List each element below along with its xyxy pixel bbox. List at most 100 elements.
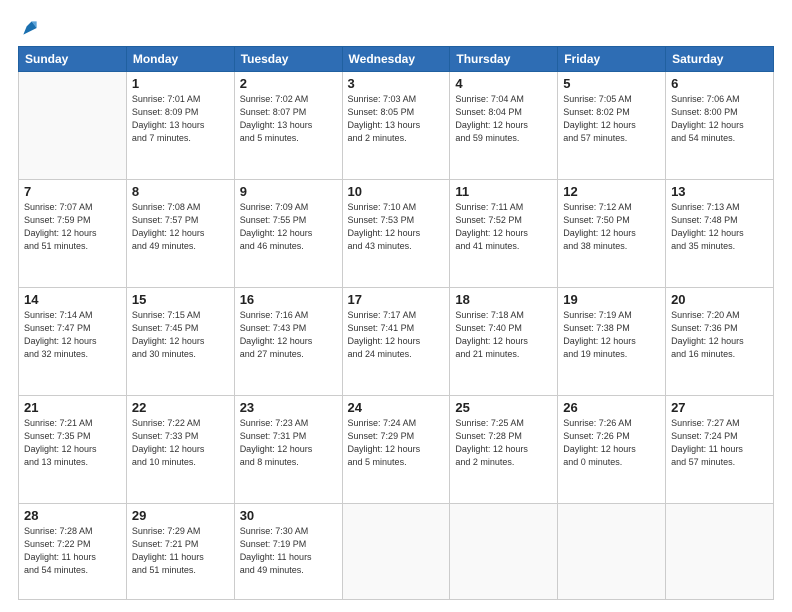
day-info: Sunrise: 7:07 AM Sunset: 7:59 PM Dayligh… [24,201,121,253]
table-row: 15 Sunrise: 7:15 AM Sunset: 7:45 PM Dayli… [126,288,234,396]
day-info: Sunrise: 7:17 AM Sunset: 7:41 PM Dayligh… [348,309,445,361]
day-number: 23 [240,400,337,415]
table-row [19,72,127,180]
table-row: 12 Sunrise: 7:12 AM Sunset: 7:50 PM Dayli… [558,180,666,288]
day-info: Sunrise: 7:01 AM Sunset: 8:09 PM Dayligh… [132,93,229,145]
day-info: Sunrise: 7:13 AM Sunset: 7:48 PM Dayligh… [671,201,768,253]
table-row: 5 Sunrise: 7:05 AM Sunset: 8:02 PM Daylig… [558,72,666,180]
day-info: Sunrise: 7:30 AM Sunset: 7:19 PM Dayligh… [240,525,337,577]
day-info: Sunrise: 7:25 AM Sunset: 7:28 PM Dayligh… [455,417,552,469]
day-number: 11 [455,184,552,199]
table-row: 22 Sunrise: 7:22 AM Sunset: 7:33 PM Dayli… [126,396,234,504]
table-row: 29 Sunrise: 7:29 AM Sunset: 7:21 PM Dayli… [126,504,234,600]
day-info: Sunrise: 7:12 AM Sunset: 7:50 PM Dayligh… [563,201,660,253]
day-number: 4 [455,76,552,91]
day-info: Sunrise: 7:14 AM Sunset: 7:47 PM Dayligh… [24,309,121,361]
day-number: 9 [240,184,337,199]
table-row [450,504,558,600]
table-row: 7 Sunrise: 7:07 AM Sunset: 7:59 PM Daylig… [19,180,127,288]
day-number: 8 [132,184,229,199]
day-info: Sunrise: 7:04 AM Sunset: 8:04 PM Dayligh… [455,93,552,145]
table-row: 9 Sunrise: 7:09 AM Sunset: 7:55 PM Daylig… [234,180,342,288]
table-row: 11 Sunrise: 7:11 AM Sunset: 7:52 PM Dayli… [450,180,558,288]
table-row: 26 Sunrise: 7:26 AM Sunset: 7:26 PM Dayli… [558,396,666,504]
table-row: 6 Sunrise: 7:06 AM Sunset: 8:00 PM Daylig… [666,72,774,180]
day-number: 20 [671,292,768,307]
day-number: 27 [671,400,768,415]
page: Sunday Monday Tuesday Wednesday Thursday… [0,0,792,612]
day-number: 1 [132,76,229,91]
day-number: 19 [563,292,660,307]
day-number: 16 [240,292,337,307]
day-info: Sunrise: 7:05 AM Sunset: 8:02 PM Dayligh… [563,93,660,145]
day-number: 15 [132,292,229,307]
table-row: 10 Sunrise: 7:10 AM Sunset: 7:53 PM Dayli… [342,180,450,288]
day-info: Sunrise: 7:18 AM Sunset: 7:40 PM Dayligh… [455,309,552,361]
col-wednesday: Wednesday [342,47,450,72]
day-number: 2 [240,76,337,91]
table-row: 24 Sunrise: 7:24 AM Sunset: 7:29 PM Dayli… [342,396,450,504]
col-friday: Friday [558,47,666,72]
table-row: 8 Sunrise: 7:08 AM Sunset: 7:57 PM Daylig… [126,180,234,288]
col-tuesday: Tuesday [234,47,342,72]
day-info: Sunrise: 7:06 AM Sunset: 8:00 PM Dayligh… [671,93,768,145]
day-number: 17 [348,292,445,307]
table-row: 19 Sunrise: 7:19 AM Sunset: 7:38 PM Dayli… [558,288,666,396]
calendar-table: Sunday Monday Tuesday Wednesday Thursday… [18,46,774,600]
day-number: 14 [24,292,121,307]
day-number: 29 [132,508,229,523]
day-number: 26 [563,400,660,415]
day-number: 30 [240,508,337,523]
day-info: Sunrise: 7:27 AM Sunset: 7:24 PM Dayligh… [671,417,768,469]
day-number: 18 [455,292,552,307]
day-info: Sunrise: 7:26 AM Sunset: 7:26 PM Dayligh… [563,417,660,469]
day-info: Sunrise: 7:15 AM Sunset: 7:45 PM Dayligh… [132,309,229,361]
day-info: Sunrise: 7:24 AM Sunset: 7:29 PM Dayligh… [348,417,445,469]
day-number: 24 [348,400,445,415]
table-row: 14 Sunrise: 7:14 AM Sunset: 7:47 PM Dayli… [19,288,127,396]
day-info: Sunrise: 7:10 AM Sunset: 7:53 PM Dayligh… [348,201,445,253]
day-info: Sunrise: 7:23 AM Sunset: 7:31 PM Dayligh… [240,417,337,469]
logo-icon [20,18,40,38]
table-row: 23 Sunrise: 7:23 AM Sunset: 7:31 PM Dayli… [234,396,342,504]
col-sunday: Sunday [19,47,127,72]
day-number: 21 [24,400,121,415]
table-row [342,504,450,600]
col-saturday: Saturday [666,47,774,72]
day-info: Sunrise: 7:03 AM Sunset: 8:05 PM Dayligh… [348,93,445,145]
day-info: Sunrise: 7:29 AM Sunset: 7:21 PM Dayligh… [132,525,229,577]
day-info: Sunrise: 7:02 AM Sunset: 8:07 PM Dayligh… [240,93,337,145]
logo [18,18,40,38]
day-number: 7 [24,184,121,199]
table-row: 27 Sunrise: 7:27 AM Sunset: 7:24 PM Dayli… [666,396,774,504]
day-number: 6 [671,76,768,91]
table-row: 16 Sunrise: 7:16 AM Sunset: 7:43 PM Dayli… [234,288,342,396]
table-row: 20Sunrise: 7:20 AM Sunset: 7:36 PM Dayli… [666,288,774,396]
col-thursday: Thursday [450,47,558,72]
day-number: 12 [563,184,660,199]
header-row: Sunday Monday Tuesday Wednesday Thursday… [19,47,774,72]
day-number: 5 [563,76,660,91]
day-number: 10 [348,184,445,199]
day-number: 13 [671,184,768,199]
col-monday: Monday [126,47,234,72]
table-row: 2 Sunrise: 7:02 AM Sunset: 8:07 PM Daylig… [234,72,342,180]
day-info: Sunrise: 7:08 AM Sunset: 7:57 PM Dayligh… [132,201,229,253]
day-info: Sunrise: 7:28 AM Sunset: 7:22 PM Dayligh… [24,525,121,577]
table-row: 4 Sunrise: 7:04 AM Sunset: 8:04 PM Daylig… [450,72,558,180]
table-row: 13 Sunrise: 7:13 AM Sunset: 7:48 PM Dayli… [666,180,774,288]
day-info: Sunrise: 7:09 AM Sunset: 7:55 PM Dayligh… [240,201,337,253]
day-info: Sunrise: 7:19 AM Sunset: 7:38 PM Dayligh… [563,309,660,361]
day-info: Sunrise: 7:22 AM Sunset: 7:33 PM Dayligh… [132,417,229,469]
table-row: 1 Sunrise: 7:01 AM Sunset: 8:09 PM Daylig… [126,72,234,180]
day-info: Sunrise: 7:16 AM Sunset: 7:43 PM Dayligh… [240,309,337,361]
day-info: Sunrise: 7:11 AM Sunset: 7:52 PM Dayligh… [455,201,552,253]
table-row: 3Sunrise: 7:03 AM Sunset: 8:05 PM Daylig… [342,72,450,180]
header [18,18,774,38]
day-number: 28 [24,508,121,523]
table-row: 30 Sunrise: 7:30 AM Sunset: 7:19 PM Dayli… [234,504,342,600]
table-row [666,504,774,600]
table-row: 28 Sunrise: 7:28 AM Sunset: 7:22 PM Dayli… [19,504,127,600]
day-number: 22 [132,400,229,415]
day-number: 25 [455,400,552,415]
